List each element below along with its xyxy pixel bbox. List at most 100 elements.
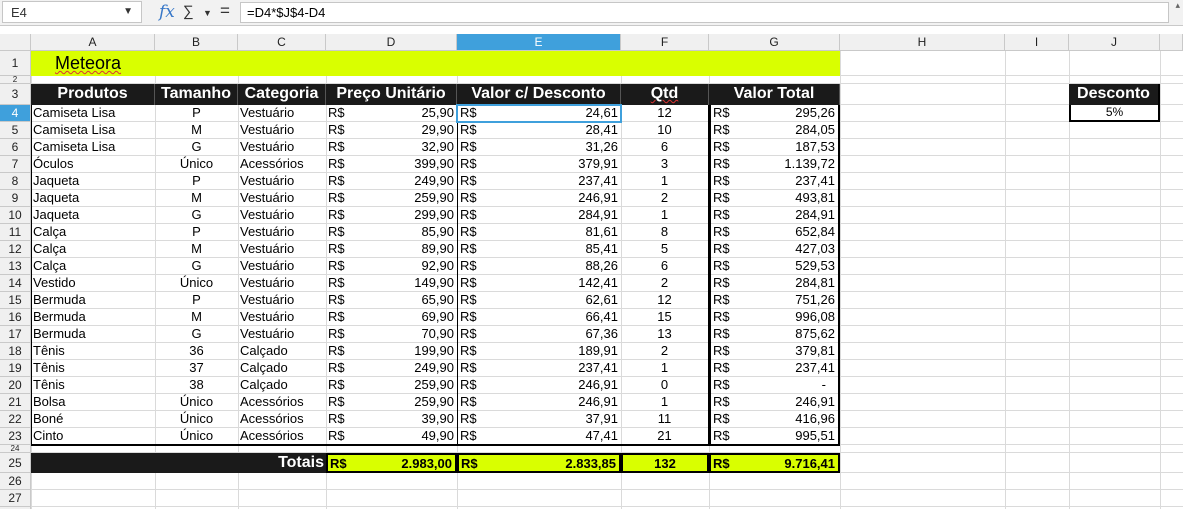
product-cell[interactable]: Óculos [31, 156, 155, 173]
row-header-16[interactable]: 16 [0, 309, 31, 326]
size-cell[interactable]: G [155, 207, 238, 224]
product-cell[interactable]: Tênis [31, 343, 155, 360]
row-header-1[interactable]: 1 [0, 51, 31, 76]
product-cell[interactable]: Camiseta Lisa [31, 122, 155, 139]
size-cell[interactable]: P [155, 292, 238, 309]
price-cell[interactable]: R$ 85,90 [326, 224, 457, 241]
column-header-j[interactable]: J [1069, 34, 1160, 51]
quantity-cell[interactable]: 10 [621, 122, 709, 139]
total-cell[interactable]: R$ 379,81 [709, 343, 840, 360]
column-header-f[interactable]: F [621, 34, 709, 51]
total-cell[interactable]: R$ 652,84 [709, 224, 840, 241]
product-cell[interactable]: Bermuda [31, 292, 155, 309]
sheet-title[interactable]: Meteora [31, 51, 840, 76]
row-header-7[interactable]: 7 [0, 156, 31, 173]
column-header-e[interactable]: E [457, 34, 621, 51]
total-cell[interactable]: R$ 996,08 [709, 309, 840, 326]
category-cell[interactable]: Acessórios [238, 411, 326, 428]
size-cell[interactable]: 36 [155, 343, 238, 360]
total-cell[interactable]: R$ 187,53 [709, 139, 840, 156]
size-cell[interactable]: P [155, 224, 238, 241]
size-cell[interactable]: Único [155, 275, 238, 292]
row-header-24[interactable]: 24 [0, 445, 31, 453]
row-header-19[interactable]: 19 [0, 360, 31, 377]
row-header-21[interactable]: 21 [0, 394, 31, 411]
category-cell[interactable]: Acessórios [238, 156, 326, 173]
price-cell[interactable]: R$ 259,90 [326, 190, 457, 207]
quantity-cell[interactable]: 1 [621, 394, 709, 411]
product-cell[interactable]: Jaqueta [31, 207, 155, 224]
product-cell[interactable]: Boné [31, 411, 155, 428]
size-cell[interactable]: P [155, 173, 238, 190]
spreadsheet-grid[interactable]: A B C D E F G H I J 1 2 3 4 5 6 7 8 9 10 11 12 13 14 15 16 17 18 19 2… [0, 34, 1183, 509]
size-cell[interactable]: M [155, 241, 238, 258]
discount-value[interactable]: 5% [1069, 105, 1160, 122]
discount-price-cell[interactable]: R$ 28,41 [457, 122, 621, 139]
product-cell[interactable]: Tênis [31, 377, 155, 394]
discount-price-cell[interactable]: R$ 66,41 [457, 309, 621, 326]
size-cell[interactable]: G [155, 326, 238, 343]
total-cell[interactable]: R$ 875,62 [709, 326, 840, 343]
quantity-cell[interactable]: 1 [621, 173, 709, 190]
category-cell[interactable]: Vestuário [238, 139, 326, 156]
function-wizard-icon[interactable]: fx [159, 2, 175, 22]
quantity-cell[interactable]: 5 [621, 241, 709, 258]
sum-icon[interactable]: ∑ [183, 3, 194, 20]
product-cell[interactable]: Jaqueta [31, 173, 155, 190]
category-cell[interactable]: Vestuário [238, 241, 326, 258]
category-cell[interactable]: Vestuário [238, 207, 326, 224]
category-cell[interactable]: Calçado [238, 360, 326, 377]
product-cell[interactable]: Bermuda [31, 309, 155, 326]
row-header-17[interactable]: 17 [0, 326, 31, 343]
row-header-25[interactable]: 25 [0, 453, 31, 473]
size-cell[interactable]: 38 [155, 377, 238, 394]
discount-price-cell[interactable]: R$ 284,91 [457, 207, 621, 224]
total-cell[interactable]: R$ 995,51 [709, 428, 840, 445]
quantity-cell[interactable]: 12 [621, 105, 709, 122]
price-cell[interactable]: R$ 69,90 [326, 309, 457, 326]
totals-label[interactable]: Totais [31, 453, 326, 473]
expand-formula-icon[interactable]: ▴ [1175, 0, 1180, 11]
total-cell[interactable]: R$ 751,26 [709, 292, 840, 309]
quantity-cell[interactable]: 3 [621, 156, 709, 173]
product-cell[interactable]: Calça [31, 224, 155, 241]
discount-price-cell[interactable]: R$ 67,36 [457, 326, 621, 343]
quantity-cell[interactable]: 2 [621, 343, 709, 360]
row-header-27[interactable]: 27 [0, 490, 31, 507]
discount-price-cell[interactable]: R$ 88,26 [457, 258, 621, 275]
category-cell[interactable]: Vestuário [238, 224, 326, 241]
price-cell[interactable]: R$ 32,90 [326, 139, 457, 156]
product-cell[interactable]: Jaqueta [31, 190, 155, 207]
total-cell[interactable]: R$ 427,03 [709, 241, 840, 258]
size-cell[interactable]: P [155, 105, 238, 122]
total-cell[interactable]: R$ 416,96 [709, 411, 840, 428]
row-header-6[interactable]: 6 [0, 139, 31, 156]
size-cell[interactable]: Único [155, 411, 238, 428]
price-cell[interactable]: R$ 49,90 [326, 428, 457, 445]
row-header-20[interactable]: 20 [0, 377, 31, 394]
row-header-12[interactable]: 12 [0, 241, 31, 258]
price-cell[interactable]: R$ 249,90 [326, 360, 457, 377]
price-cell[interactable]: R$ 149,90 [326, 275, 457, 292]
price-cell[interactable]: R$ 65,90 [326, 292, 457, 309]
category-cell[interactable]: Acessórios [238, 428, 326, 445]
row-header-14[interactable]: 14 [0, 275, 31, 292]
row-header-2[interactable]: 2 [0, 76, 31, 84]
total-cell[interactable]: R$ 246,91 [709, 394, 840, 411]
header-4[interactable]: Valor c/ Desconto [457, 84, 621, 105]
chevron-down-icon[interactable]: ▼ [123, 6, 133, 17]
price-cell[interactable]: R$ 249,90 [326, 173, 457, 190]
discount-price-cell[interactable]: R$ 246,91 [457, 190, 621, 207]
price-cell[interactable]: R$ 29,90 [326, 122, 457, 139]
price-cell[interactable]: R$ 92,90 [326, 258, 457, 275]
price-cell[interactable]: R$ 259,90 [326, 377, 457, 394]
size-cell[interactable]: G [155, 258, 238, 275]
price-cell[interactable]: R$ 199,90 [326, 343, 457, 360]
total-cell[interactable]: R$ 529,53 [709, 258, 840, 275]
size-cell[interactable]: G [155, 139, 238, 156]
column-header-h[interactable]: H [840, 34, 1005, 51]
category-cell[interactable]: Vestuário [238, 326, 326, 343]
discount-price-cell[interactable]: R$ 37,91 [457, 411, 621, 428]
quantity-cell[interactable]: 13 [621, 326, 709, 343]
discount-price-cell[interactable]: R$ 379,91 [457, 156, 621, 173]
